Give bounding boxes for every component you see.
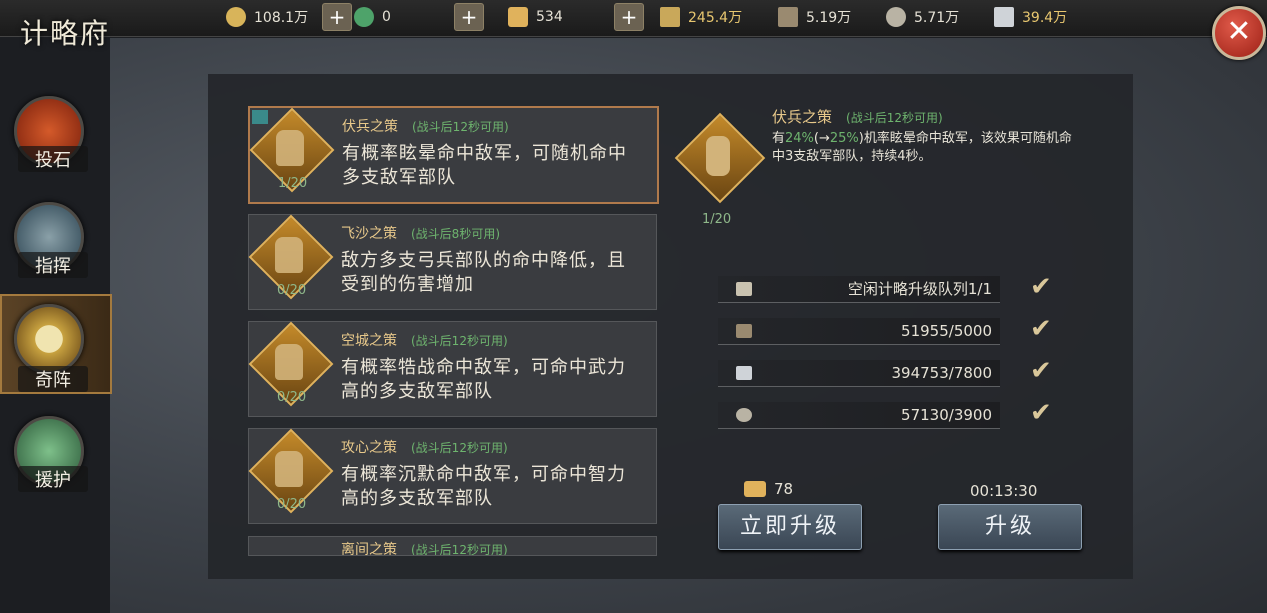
requirement-stone: 57130/3900 [718,402,1000,429]
coin-plus-button[interactable]: + [322,3,352,31]
check-icon: ✔ [1030,398,1052,428]
resource-gold: 534 [508,6,563,28]
iron-icon [994,7,1014,27]
check-icon: ✔ [1030,272,1052,302]
strategy-desc: 敌方多支弓兵部队的命中降低，且受到的伤害增加 [341,250,626,295]
iron-icon [736,366,752,380]
page-title: 计略府 [20,17,111,50]
yin-yang-icon [14,304,84,374]
strategy-name: 空城之策 (战斗后12秒可用) [341,333,508,349]
strategy-desc: 有概率眩晕命中敌军，可随机命中多支敌军部队 [342,143,627,188]
requirement-wood: 51955/5000 [718,318,1000,345]
check-icon: ✔ [1030,356,1052,386]
strategy-name: 飞沙之策 (战斗后8秒可用) [341,226,500,242]
wood-icon [736,324,752,338]
instant-upgrade-button[interactable]: 立即升级 [718,504,862,550]
strategy-name: 伏兵之策 (战斗后12秒可用) [342,119,509,135]
gold-plus-button[interactable]: + [614,3,644,31]
detail-level: 1/20 [702,212,732,227]
strategy-card[interactable]: 0/20 攻心之策 (战斗后12秒可用) 有概率沉默命中敌军，可命中智力高的多支敌… [248,428,657,524]
gold-ingot-icon [744,481,766,497]
coin-icon [226,7,246,27]
strategy-name: 攻心之策 (战斗后12秒可用) [341,440,508,456]
upgrade-timer: 00:13:30 [970,482,1038,500]
instant-cost: 78 [744,480,793,498]
grain-icon [660,7,680,27]
resource-jade: 0 [354,6,391,28]
resource-wood: 5.19万 [778,6,851,28]
wood-icon [778,7,798,27]
top-bar: 计略府 108.1万 + 0 + 534 + 245.4万 5.19万 5.71… [0,0,1267,50]
resource-stone: 5.71万 [886,6,959,28]
resource-coin: 108.1万 [226,6,308,28]
jade-icon [354,7,374,27]
jade-plus-button[interactable]: + [454,3,484,31]
resource-grain: 245.4万 [660,6,742,28]
nav-item-command[interactable]: 指挥 [8,198,96,288]
strategy-card[interactable]: 离间之策 (战斗后12秒可用) [248,536,657,556]
detail-title: 伏兵之策 (战斗后12秒可用) [772,108,943,126]
nav-item-catapult[interactable]: 投石 [8,92,96,182]
requirement-iron: 394753/7800 [718,360,1000,387]
gold-ingot-icon [508,7,528,27]
hammer-icon [736,282,752,296]
requirement-queue: 空闲计略升级队列1/1 [718,276,1000,303]
nav-item-support[interactable]: 援护 [8,412,96,502]
close-button[interactable]: ✕ [1212,6,1266,60]
check-icon: ✔ [1030,314,1052,344]
upgrade-button[interactable]: 升级 [938,504,1082,550]
resource-iron: 39.4万 [994,6,1067,28]
strategy-desc: 有概率沉默命中敌军，可命中智力高的多支敌军部队 [341,464,626,509]
selected-flag-icon [252,110,268,124]
stone-icon [736,408,752,422]
strategy-card[interactable]: 0/20 飞沙之策 (战斗后8秒可用) 敌方多支弓兵部队的命中降低，且受到的伤害增… [248,214,657,310]
stone-icon [886,7,906,27]
nav-item-formation[interactable]: 奇阵 [0,294,112,394]
strategy-desc: 有概率牿战命中敌军，可命中武力高的多支敌军部队 [341,357,626,402]
strategy-name: 离间之策 (战斗后12秒可用) [341,542,508,556]
detail-description: 有24%(→25%)机率眩晕命中敌军，该效果可随机命中3支敌军部队，持续4秒。 [772,131,1072,164]
strategy-card[interactable]: 0/20 空城之策 (战斗后12秒可用) 有概率牿战命中敌军，可命中武力高的多支敌… [248,321,657,417]
strategy-card[interactable]: 1/20 伏兵之策 (战斗后12秒可用) 有概率眩晕命中敌军，可随机命中多支敌军部… [248,106,659,204]
